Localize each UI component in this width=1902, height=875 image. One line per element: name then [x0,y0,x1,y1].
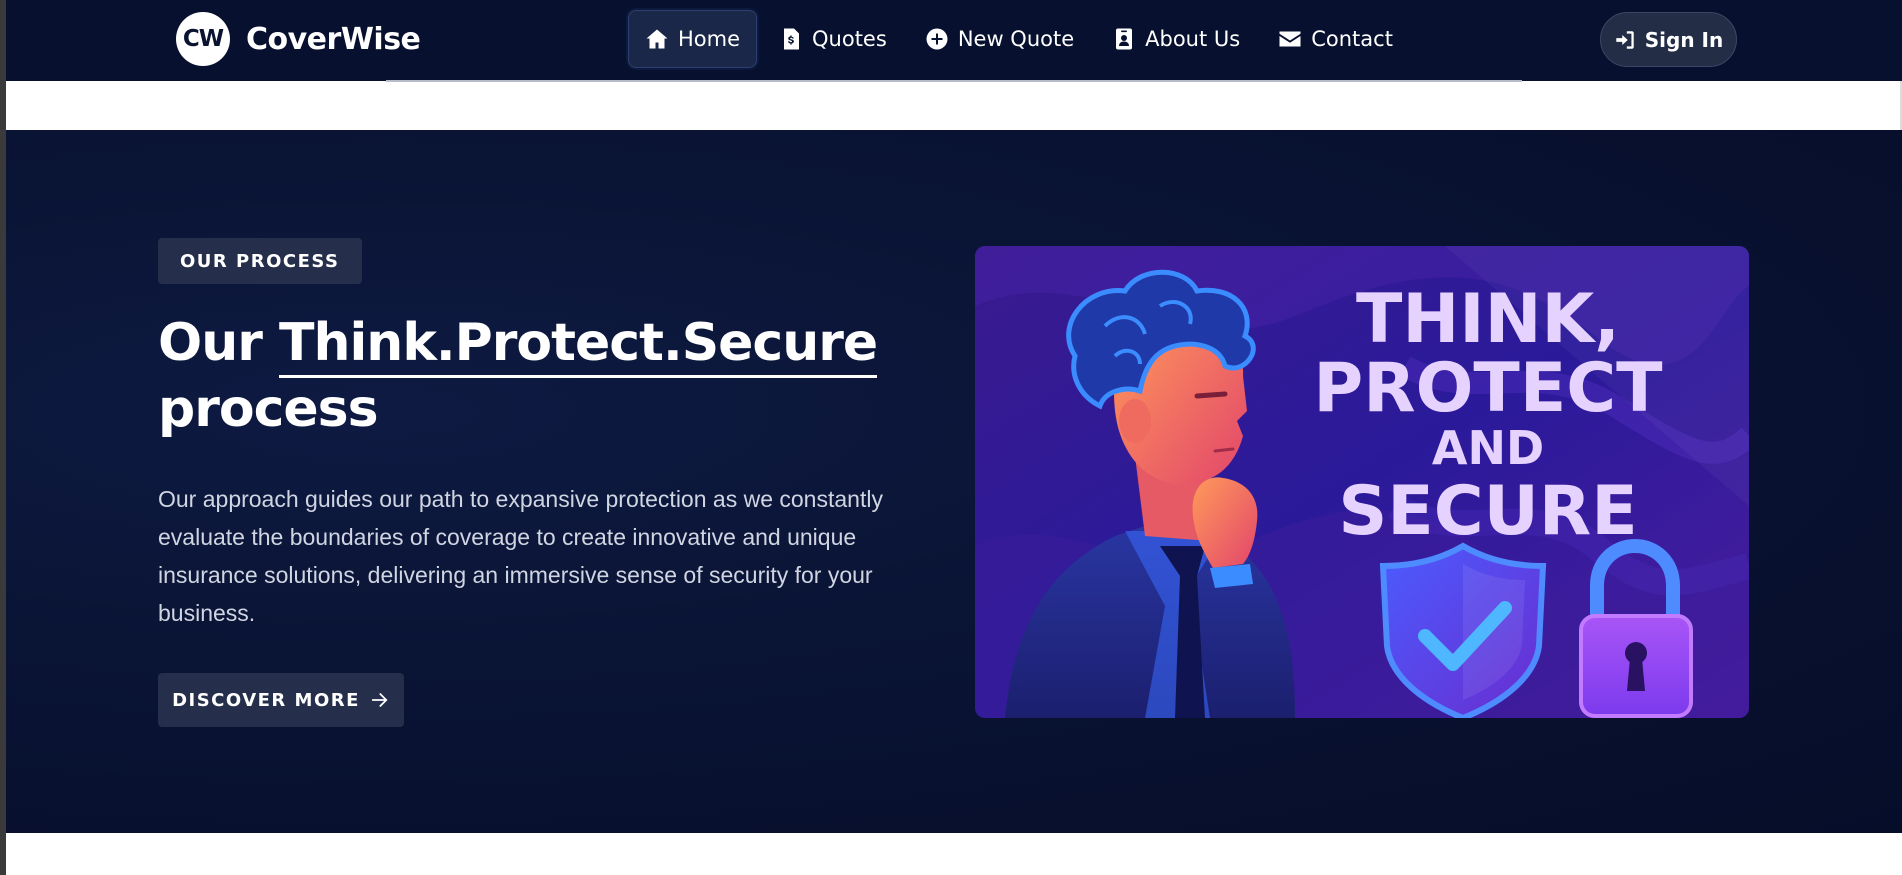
file-invoice-dollar-icon [784,28,800,50]
illustration-line-4: SECURE [1338,472,1637,551]
nav-item-contact[interactable]: Contact [1262,10,1409,68]
plus-circle-icon [926,28,948,50]
main-nav: Home Quotes New Quote About Us Contact [628,10,1415,68]
navbar: CW CoverWise Home Quotes New Quote About… [6,0,1902,81]
nav-divider [386,80,1522,82]
sign-in-button[interactable]: Sign In [1600,12,1737,67]
home-icon [646,29,668,49]
nav-item-label: About Us [1145,27,1241,51]
illustration-line-1: THINK, [1356,280,1620,359]
arrow-right-icon [372,692,388,708]
nav-item-quotes[interactable]: Quotes [763,10,903,68]
section-description: Our approach guides our path to expansiv… [158,486,883,626]
headline-prefix: Our [158,313,279,373]
id-badge-icon [1116,28,1133,50]
nav-item-label: Quotes [812,27,887,51]
headline-suffix: process [158,379,379,439]
illustration-line-2: PROTECT [1313,349,1663,428]
nav-item-new-quote[interactable]: New Quote [909,10,1090,68]
sign-in-label: Sign In [1644,27,1724,52]
headline-highlight: Think.Protect.Secure [278,313,878,378]
sign-in-icon [1616,30,1634,49]
discover-more-button[interactable]: DISCOVER MORE [158,673,404,727]
illustration-line-3: AND [1432,421,1544,475]
nav-item-label: New Quote [957,27,1075,51]
process-section: OUR PROCESS Our Think.Protect.Secure pro… [6,130,1902,833]
nav-item-about-us[interactable]: About Us [1096,10,1256,68]
nav-item-home[interactable]: Home [628,10,758,68]
think-protect-secure-illustration: THINK, PROTECT AND SECURE [975,246,1749,718]
brand-logo: CW [176,12,230,66]
brand-name: CoverWise [246,21,421,57]
envelope-icon [1279,31,1301,47]
nav-item-label: Home [678,27,741,51]
section-headline: Our Think.Protect.Secure process [158,310,918,442]
section-eyebrow: OUR PROCESS [158,238,362,284]
brand-link[interactable]: CW CoverWise [176,12,421,66]
nav-item-label: Contact [1311,27,1393,51]
window-edge [0,0,6,875]
cta-label: DISCOVER MORE [172,689,360,711]
